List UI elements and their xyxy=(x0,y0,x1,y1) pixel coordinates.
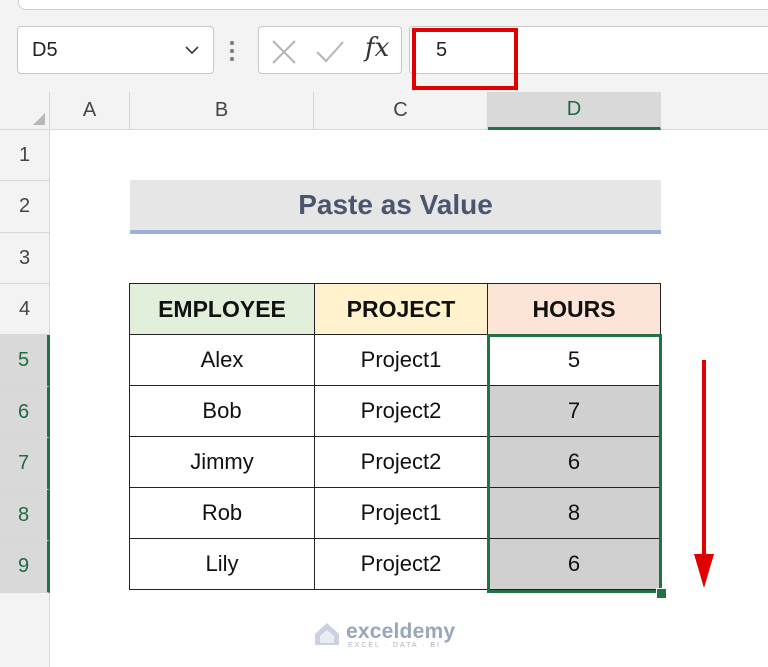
cancel-icon[interactable] xyxy=(271,39,297,65)
cell-hours[interactable]: 7 xyxy=(487,385,661,437)
column-header-d[interactable]: D xyxy=(488,92,661,130)
watermark-name: exceldemy xyxy=(346,620,456,643)
column-header-b[interactable]: B xyxy=(130,92,314,130)
formula-controls: fx xyxy=(258,26,402,74)
cell-project[interactable]: Project1 xyxy=(314,487,488,539)
table-row: Jimmy Project2 6 xyxy=(129,436,661,488)
row-header-9[interactable]: 9 xyxy=(0,541,50,593)
insert-function-button[interactable]: fx xyxy=(365,33,389,63)
table-header-row: EMPLOYEE PROJECT HOURS xyxy=(129,283,661,335)
cell-project[interactable]: Project2 xyxy=(314,538,488,590)
more-options-icon[interactable] xyxy=(229,40,235,62)
fill-handle[interactable] xyxy=(656,588,667,599)
header-project[interactable]: PROJECT xyxy=(314,283,488,335)
cell-employee[interactable]: Alex xyxy=(129,334,315,386)
sheet-title[interactable]: Paste as Value xyxy=(130,180,661,234)
row-header-3[interactable]: 3 xyxy=(0,233,50,284)
cell-hours[interactable]: 5 xyxy=(487,334,661,386)
watermark-tagline: EXCEL · DATA · BI xyxy=(348,642,441,649)
select-all-corner[interactable] xyxy=(0,92,50,130)
table-row: Lily Project2 6 xyxy=(129,538,661,590)
row-header-10[interactable] xyxy=(0,593,50,667)
cell-employee[interactable]: Jimmy xyxy=(129,436,315,488)
column-header-e[interactable] xyxy=(661,92,768,130)
exceldemy-logo-icon xyxy=(315,623,339,645)
search-box[interactable] xyxy=(18,0,768,10)
down-arrow-icon xyxy=(694,360,714,588)
cell-hours[interactable]: 6 xyxy=(487,436,661,488)
data-table: EMPLOYEE PROJECT HOURS Alex Project1 5 B… xyxy=(129,283,661,590)
exceldemy-logo: exceldemy EXCEL · DATA · BI xyxy=(312,618,472,654)
cell-project[interactable]: Project2 xyxy=(314,385,488,437)
cell-employee[interactable]: Lily xyxy=(129,538,315,590)
row-header-7[interactable]: 7 xyxy=(0,438,50,490)
cell-hours[interactable]: 6 xyxy=(487,538,661,590)
row-header-8[interactable]: 8 xyxy=(0,490,50,541)
formula-highlight-box xyxy=(412,28,518,90)
header-employee[interactable]: EMPLOYEE xyxy=(129,283,315,335)
table-row: Alex Project1 5 xyxy=(129,334,661,386)
worksheet-grid: A B C D 1 2 3 4 5 6 7 8 9 Paste as Value… xyxy=(0,92,768,667)
table-row: Rob Project1 8 xyxy=(129,487,661,539)
row-header-4[interactable]: 4 xyxy=(0,284,50,335)
row-header-2[interactable]: 2 xyxy=(0,181,50,233)
row-header-5[interactable]: 5 xyxy=(0,335,50,387)
chevron-down-icon[interactable] xyxy=(183,41,201,59)
cell-project[interactable]: Project2 xyxy=(314,436,488,488)
top-strip xyxy=(0,0,768,10)
column-header-c[interactable]: C xyxy=(314,92,488,130)
name-box-value: D5 xyxy=(32,39,58,61)
row-header-6[interactable]: 6 xyxy=(0,387,50,438)
checkmark-icon[interactable] xyxy=(315,39,345,65)
table-row: Bob Project2 7 xyxy=(129,385,661,437)
header-hours[interactable]: HOURS xyxy=(487,283,661,335)
name-box[interactable]: D5 xyxy=(17,26,214,74)
column-header-a[interactable]: A xyxy=(50,92,130,130)
cell-project[interactable]: Project1 xyxy=(314,334,488,386)
row-header-1[interactable]: 1 xyxy=(0,130,50,181)
formula-bar: D5 fx 5 xyxy=(0,10,768,92)
cell-employee[interactable]: Bob xyxy=(129,385,315,437)
cell-hours[interactable]: 8 xyxy=(487,487,661,539)
cell-employee[interactable]: Rob xyxy=(129,487,315,539)
